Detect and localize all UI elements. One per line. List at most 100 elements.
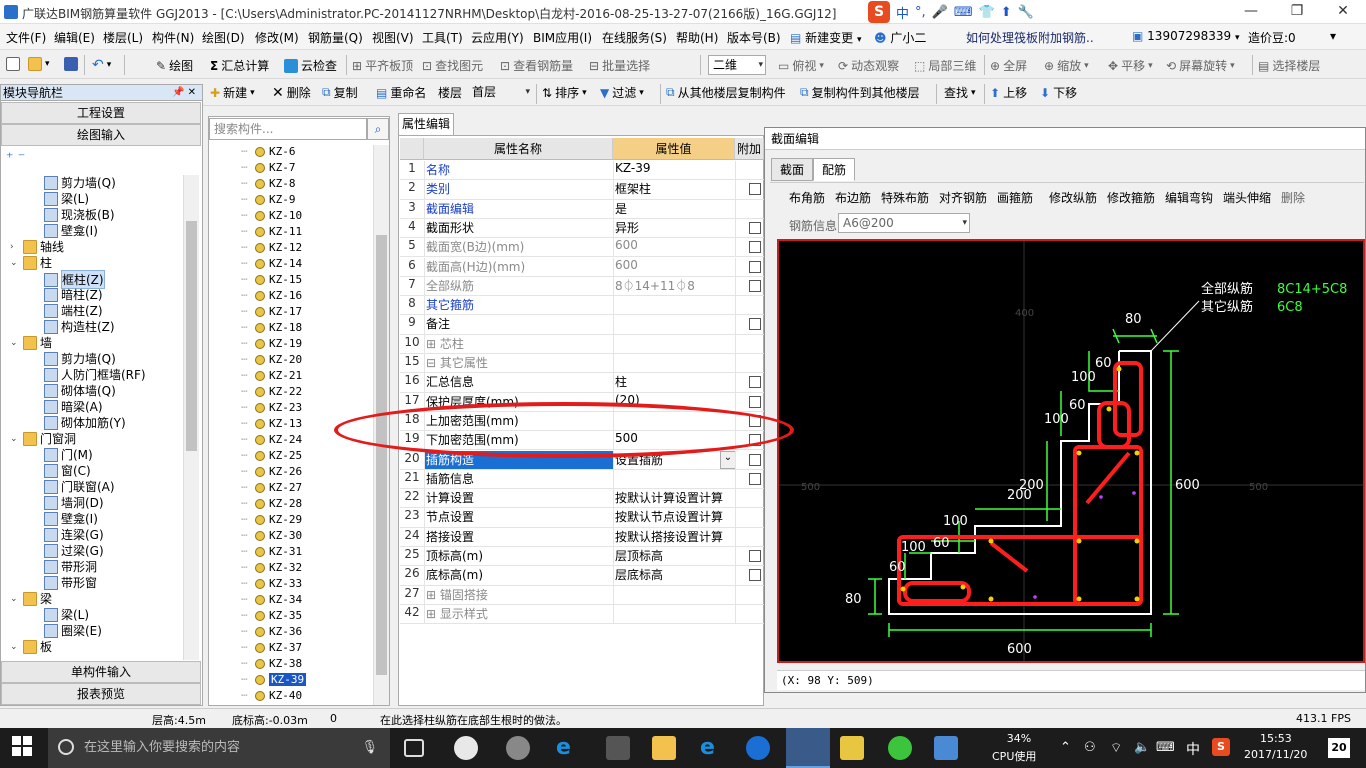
property-row[interactable]: 10 ⊞ 芯柱 [400,334,764,354]
nav-tree-item[interactable]: 砌体墙(Q) [44,382,116,399]
nav-tree-item[interactable]: 现浇板(B) [44,206,115,223]
property-value[interactable]: 600 [615,238,638,252]
component-item[interactable]: ┄ KZ-39 [241,673,307,686]
component-item[interactable]: ┄ KZ-21 [241,369,302,382]
search-icon[interactable]: ⌕ [367,118,389,140]
explorer-icon[interactable] [652,736,676,760]
component-item[interactable]: ┄ KZ-35 [241,609,302,622]
property-extra-checkbox[interactable] [749,241,761,254]
property-extra-checkbox[interactable] [749,453,761,466]
property-row[interactable]: 5 截面宽(B边)(mm) 600 [400,238,764,258]
expand-all-icon[interactable]: ⁺ ⁻ [6,150,25,166]
new-file-icon[interactable] [6,57,20,71]
corner-rebar-button[interactable]: 布角筋 [789,189,825,206]
component-item[interactable]: ┄ KZ-17 [241,305,302,318]
nav-tree-item[interactable]: 人防门框墙(RF) [44,366,146,383]
restore-button[interactable]: ❐ [1274,0,1320,24]
view-rebar-button[interactable]: ⊡ 查看钢筋量 [500,57,573,74]
property-value[interactable]: 按默认计算设置计算 [615,489,723,506]
edit-hook-button[interactable]: 编辑弯钩 [1165,189,1213,206]
menu-floor[interactable]: 楼层(L) [103,29,143,46]
menu-rebar[interactable]: 钢筋量(Q) [308,29,363,46]
project-settings-button[interactable]: 工程设置 [1,102,201,124]
nav-tree-item[interactable]: ⌄ 梁 [10,590,52,607]
tab-reinforcement[interactable]: 配筋 [813,158,856,181]
ime-toolbar[interactable]: S 中 °, 🎤 ⌨ 👕 ⬆ 🔧 [868,1,1034,23]
menu-tools[interactable]: 工具(T) [422,29,463,46]
cloud-check-button[interactable]: 云检查 [284,57,337,74]
store-icon[interactable] [606,736,630,760]
find-element-button[interactable]: ⊡ 查找图元 [422,57,483,74]
property-extra-checkbox[interactable] [749,550,761,562]
open-folder-icon[interactable]: ▾ [28,57,50,71]
app-icon-3[interactable] [888,736,912,760]
component-item[interactable]: ┄ KZ-10 [241,209,302,222]
property-row[interactable]: 2 类别 框架柱 [400,180,764,200]
sogou-tray-icon[interactable]: S [1212,738,1230,756]
ie-icon[interactable]: e [700,736,724,760]
nav-tree-item[interactable]: 暗柱(Z) [44,286,103,303]
ime-tools-icon[interactable]: 🔧 [1018,5,1034,20]
app-icon-4[interactable] [934,736,958,760]
tab-section[interactable]: 截面 [771,158,814,181]
nav-tree-item[interactable]: 砌体加筋(Y) [44,414,126,431]
move-down-button[interactable]: ⬇ 下移 [1040,84,1077,101]
component-item[interactable]: ┄ KZ-33 [241,577,302,590]
delete-button[interactable]: ✕ 删除 [272,84,311,101]
keyboard-icon[interactable]: ⌨ [1156,740,1175,755]
windows-start-icon[interactable] [12,736,36,760]
draw-stirrup-button[interactable]: 画箍筋 [997,189,1033,206]
glodon-icon[interactable] [746,736,770,760]
collapse-arrow-icon[interactable]: ⌄ [10,594,20,604]
component-item[interactable]: ┄ KZ-18 [241,321,302,334]
property-row[interactable]: 26 底标高(m) 层底标高 [400,566,764,586]
help-link[interactable]: 如何处理筏板附加钢筋.. [966,29,1094,46]
menu-new-change[interactable]: ▤ 新建变更 ▾ [790,29,862,46]
property-row[interactable]: 22 计算设置 按默认计算设置计算 [400,489,764,509]
menu-modify[interactable]: 修改(M) [255,29,299,46]
notes-icon[interactable] [840,736,864,760]
nav-tree-item[interactable]: 连梁(G) [44,526,104,543]
property-extra-checkbox[interactable] [749,279,761,292]
nav-tree-item[interactable]: ⌄ 柱 [10,254,52,271]
component-item[interactable]: ┄ KZ-8 [241,177,296,190]
zoom-button[interactable]: ⊕ 缩放 ▾ [1044,57,1089,74]
component-item[interactable]: ┄ KZ-12 [241,241,302,254]
view-mode-select[interactable]: 二维 ▾ [708,55,766,75]
nav-tree-item[interactable]: 剪力墙(Q) [44,350,116,367]
draw-button[interactable]: ✎ 绘图 [156,57,193,74]
modify-stirrup-button[interactable]: 修改箍筋 [1107,189,1155,206]
component-search-input[interactable]: 搜索构件... [209,118,367,140]
component-item[interactable]: ┄ KZ-11 [241,225,302,238]
fullscreen-button[interactable]: ⊕ 全屏 [990,57,1027,74]
tab-property-edit[interactable]: 属性编辑 [398,113,454,135]
nav-tree-item[interactable]: 构造柱(Z) [44,318,115,335]
menu-component[interactable]: 构件(N) [152,29,194,46]
floor-select[interactable]: 首层 ▾ [468,83,532,103]
property-value[interactable]: 按默认搭接设置计算 [615,528,723,545]
minimize-button[interactable]: — [1228,0,1274,24]
pan-button[interactable]: ✥ 平移 ▾ [1108,57,1153,74]
component-item[interactable]: ┄ KZ-13 [241,417,302,430]
property-row[interactable]: 1 名称 KZ-39 [400,161,764,181]
component-item[interactable]: ┄ KZ-37 [241,641,302,654]
component-item[interactable]: ┄ KZ-25 [241,449,302,462]
nav-tree-item[interactable]: 带形洞 [44,558,97,575]
section-canvas[interactable]: 400 500 500 全部纵筋 8C14+5C8 其它纵筋 6C8 80 60… [777,239,1365,663]
nav-tree-item[interactable]: ⌄ 门窗洞 [10,430,76,447]
component-item[interactable]: ┄ KZ-14 [241,257,302,270]
menu-cloud[interactable]: 云应用(Y) [471,29,524,46]
component-item[interactable]: ┄ KZ-19 [241,337,302,350]
rotate-screen-button[interactable]: ⟲ 屏幕旋转 ▾ [1166,57,1235,74]
property-row[interactable]: 24 搭接设置 按默认搭接设置计算 [400,527,764,547]
property-value[interactable]: 按默认节点设置计算 [615,508,723,525]
component-item[interactable]: ┄ KZ-23 [241,401,302,414]
special-rebar-button[interactable]: 特殊布筋 [881,189,929,206]
nav-tree-item[interactable]: 门联窗(A) [44,478,115,495]
component-item[interactable]: ┄ KZ-26 [241,465,302,478]
nav-tree-item[interactable]: ⌄ 板 [10,638,52,655]
summary-calc-button[interactable]: Σ 汇总计算 [210,57,269,74]
nav-tree-item[interactable]: 圈梁(E) [44,622,102,639]
property-value[interactable]: KZ-39 [615,161,650,175]
nav-tree-item[interactable]: 过梁(G) [44,542,104,559]
